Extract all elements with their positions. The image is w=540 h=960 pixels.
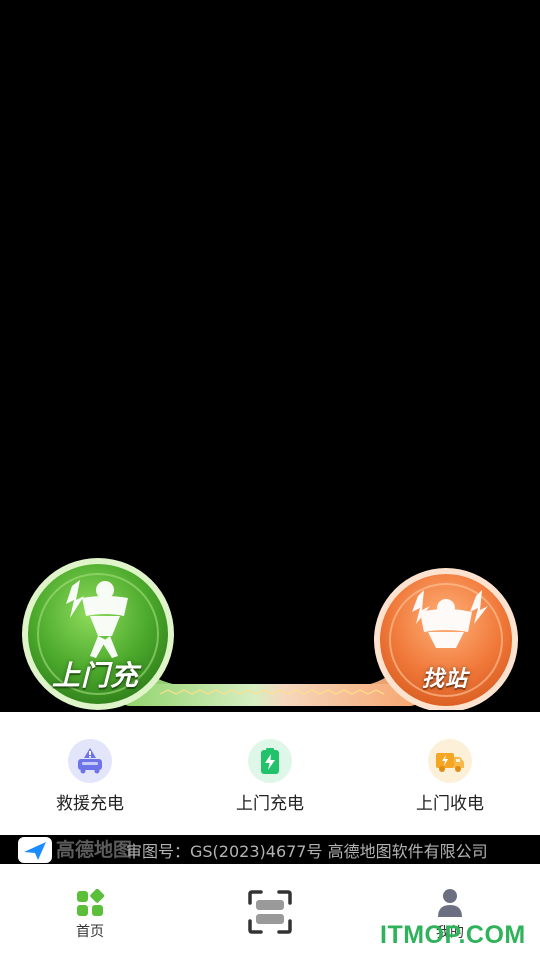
scan-icon (248, 890, 292, 934)
service-home-collection[interactable]: 上门收电 (360, 712, 540, 835)
service-panel: 救援充电 上门充电 上门收电 (0, 712, 540, 835)
home-grid-icon (77, 889, 104, 916)
charging-banner: 上门充 找站 (20, 556, 520, 710)
map-logo-text: 高德地图 (56, 839, 133, 861)
watermark: ITMOP.COM (380, 921, 526, 949)
rescue-car-icon (68, 739, 112, 783)
user-icon (438, 889, 462, 917)
service-label: 上门收电 (416, 794, 484, 814)
tab-home[interactable]: 首页 (0, 864, 180, 960)
map-attribution-bar: 高德地图 审图号：GS(2023)4677号 高德地图软件有限公司 (0, 835, 540, 864)
service-rescue-charging[interactable]: 救援充电 (0, 712, 180, 835)
service-home-charging[interactable]: 上门充电 (180, 712, 360, 835)
find-station-label[interactable]: 找站 (422, 661, 468, 693)
delivery-truck-icon (428, 739, 472, 783)
service-label: 救援充电 (56, 794, 124, 814)
home-charging-label[interactable]: 上门充 (52, 654, 139, 694)
tab-scan[interactable] (180, 864, 360, 960)
service-label: 上门充电 (236, 794, 304, 814)
amap-logo-icon (18, 837, 52, 863)
battery-charge-icon (248, 739, 292, 783)
tab-home-label: 首页 (76, 924, 104, 940)
map-approval-number: 审图号：GS(2023)4677号 高德地图软件有限公司 (126, 842, 488, 861)
